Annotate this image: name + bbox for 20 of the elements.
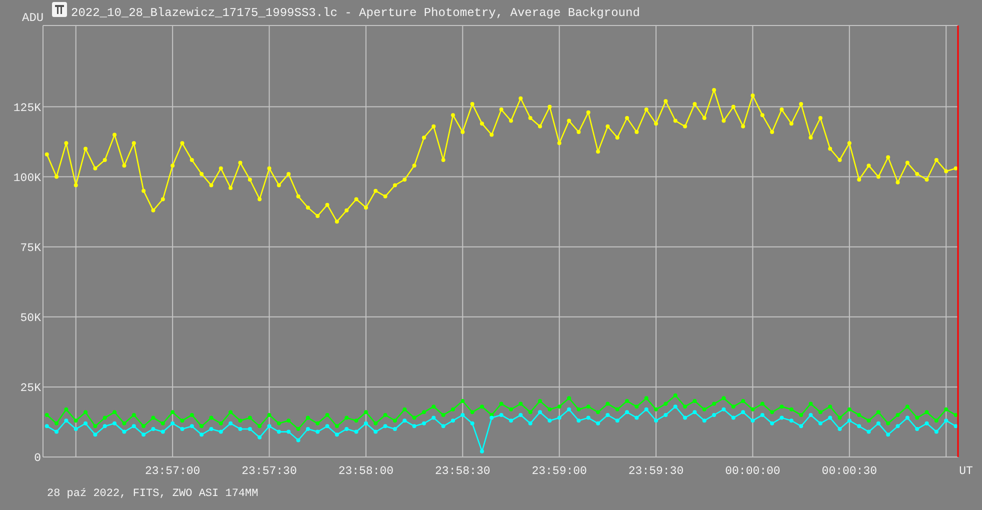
y-tick-label: 75K	[20, 242, 41, 255]
image-info: 28 paź 2022, FITS, ZWO ASI 174MM	[46, 487, 260, 500]
x-tick-label: 23:59:00	[532, 465, 587, 478]
y-tick-label: 50K	[20, 312, 41, 325]
x-tick-label: 23:57:30	[242, 465, 297, 478]
y-tick-label: 100K	[13, 172, 41, 185]
x-tick-label: 23:57:00	[144, 465, 200, 478]
y-axis-label: ADU	[22, 10, 45, 24]
x-tick-label: 23:58:00	[338, 465, 394, 478]
app-icon	[52, 2, 67, 17]
x-tick-label: 23:58:30	[435, 465, 490, 478]
y-tick-label: 125K	[13, 102, 41, 115]
cursor-line[interactable]	[957, 26, 959, 457]
window-title: 2022_10_28_Blazewicz_17175_1999SS3.lc - Aperture Photometry, Average Background	[71, 6, 640, 20]
x-tick-label: 00:00:00	[725, 465, 780, 478]
y-tick-label: 0	[34, 452, 41, 465]
x-tick-label: 00:00:30	[822, 465, 878, 478]
x-axis-label: UT	[959, 465, 973, 478]
x-tick-label: 23:59:30	[628, 465, 684, 478]
y-tick-label: 25K	[20, 382, 41, 395]
